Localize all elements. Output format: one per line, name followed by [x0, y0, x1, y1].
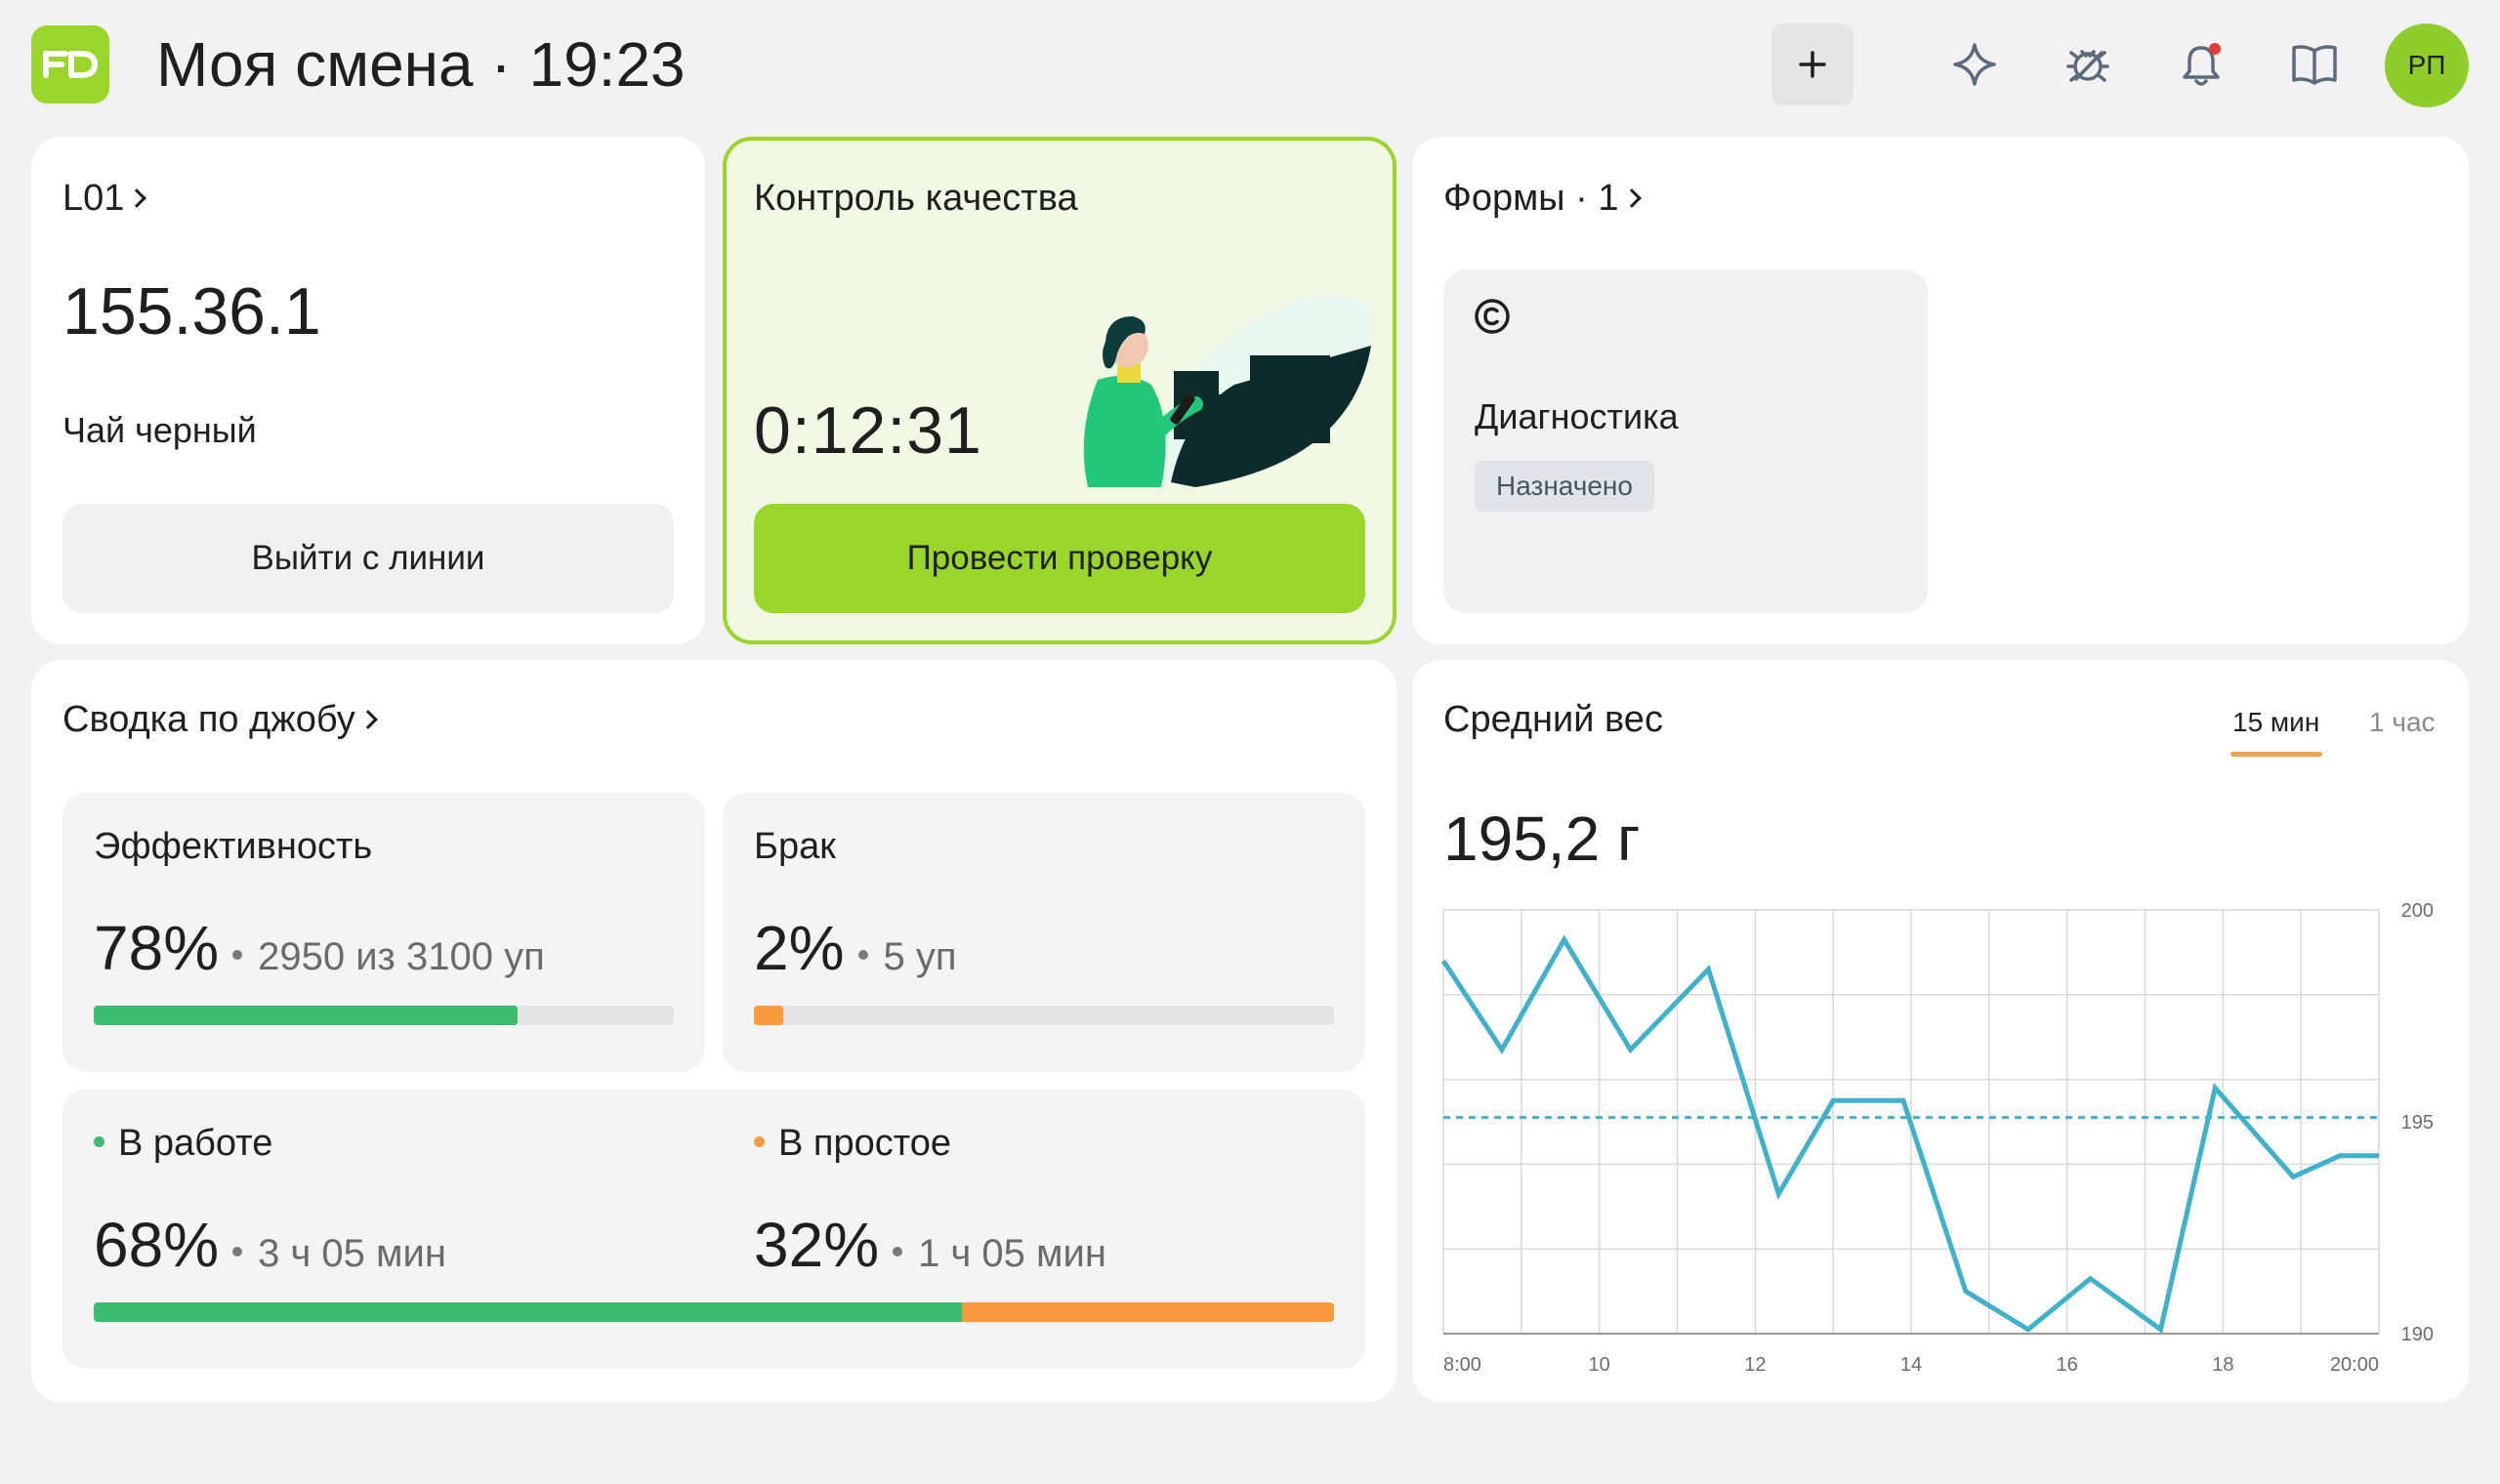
working-bar-fill [94, 1302, 962, 1322]
efficiency-value: 78% [94, 913, 220, 983]
docs-button[interactable] [2273, 23, 2355, 105]
add-button[interactable] [1771, 23, 1854, 105]
defect-detail: 5 уп [883, 935, 957, 978]
form-tile-diagnostics[interactable]: Диагностика Назначено [1443, 269, 1928, 613]
defect-progress-bar [754, 1006, 1334, 1025]
notification-dot [2209, 43, 2221, 55]
bell-icon [2183, 43, 2221, 86]
app-logo[interactable] [31, 25, 109, 103]
job-summary-title-link[interactable]: Сводка по джобу [62, 699, 378, 741]
x-tick-label: 18 [2212, 1354, 2233, 1376]
status-badge: Назначено [1475, 461, 1654, 512]
top-bar: Моя смена · 19:23 РП [0, 0, 2500, 132]
job-summary-title: Сводка по джобу [62, 699, 355, 740]
sparkle-icon [1953, 43, 1996, 86]
chevron-right-icon [127, 188, 147, 208]
working-value-row: 68% 3 ч 05 мин [94, 1209, 446, 1281]
x-tick-label: 14 [1900, 1354, 1922, 1376]
x-tick-label: 8:00 [1443, 1354, 1481, 1376]
product-name: Чай черный [62, 410, 257, 450]
work-idle-split-bar [94, 1302, 1334, 1322]
chevron-right-icon [1621, 188, 1642, 208]
y-tick-label: 195 [2401, 1112, 2434, 1134]
exit-line-button[interactable]: Выйти с линии [62, 504, 674, 613]
logo-icon [43, 51, 98, 78]
working-dot [94, 1136, 104, 1147]
defect-tile: Брак 2% 5 уп [723, 793, 1365, 1072]
line-card: L01 155.36.1 Чай черный Выйти с линии [31, 137, 705, 644]
chevron-right-icon [357, 710, 378, 729]
debug-button[interactable] [2047, 23, 2129, 105]
separator-dot [857, 950, 868, 960]
page-title: Моя смена · 19:23 [156, 29, 686, 100]
working-detail: 3 ч 05 мин [258, 1232, 446, 1275]
form-name: Диагностика [1475, 396, 1679, 436]
forms-card: Формы · 1 Диагностика Назначено [1412, 137, 2469, 644]
defect-value: 2% [754, 913, 845, 983]
efficiency-tile: Эффективность 78% 2950 из 3100 уп [62, 793, 705, 1072]
qc-title: Контроль качества [754, 178, 1078, 219]
efficiency-label: Эффективность [94, 826, 373, 867]
y-tick-label: 190 [2401, 1324, 2434, 1345]
line-title: L01 [62, 178, 125, 219]
separator-dot [232, 1247, 243, 1257]
forms-title-link[interactable]: Формы · 1 [1443, 178, 1642, 220]
chart-x-ticks: 8:00 10 12 14 16 18 20:00 [1443, 1354, 2379, 1376]
run-check-button[interactable]: Провести проверку [754, 504, 1365, 613]
forms-title: Формы · 1 [1443, 178, 1619, 219]
y-tick-label: 200 [2401, 900, 2434, 922]
book-icon [2292, 45, 2337, 85]
average-weight-card: Средний вес 15 мин 1 час 195,2 г 8:00 10 1… [1412, 660, 2469, 1402]
bug-icon [2066, 50, 2109, 82]
idle-dot [754, 1136, 765, 1147]
work-idle-tile: В работе 68% 3 ч 05 мин В простое 32% 1 ч … [62, 1090, 1365, 1369]
idle-label: В простое [778, 1123, 951, 1164]
line-code: 155.36.1 [62, 274, 321, 349]
idle-label-row: В простое [754, 1123, 951, 1165]
separator-dot [232, 950, 243, 960]
defect-label: Брак [754, 826, 836, 867]
idle-value: 32% [754, 1210, 880, 1280]
efficiency-value-row: 78% 2950 из 3100 уп [94, 912, 545, 984]
idle-value-row: 32% 1 ч 05 мин [754, 1209, 1106, 1281]
line-title-link[interactable]: L01 [62, 178, 147, 220]
x-tick-label: 12 [1744, 1354, 1766, 1376]
inspector-illustration [1083, 295, 1371, 487]
working-label-row: В работе [94, 1123, 272, 1165]
efficiency-progress-bar [94, 1006, 674, 1025]
idle-detail: 1 ч 05 мин [918, 1232, 1106, 1275]
plus-icon [1799, 51, 1826, 78]
chart-y-ticks: 200 195 190 [2401, 900, 2434, 1345]
x-tick-label: 16 [2057, 1354, 2078, 1376]
weight-chart: 8:00 10 12 14 16 18 20:00 200 195 190 [1440, 900, 2434, 1376]
ai-assistant-button[interactable] [1934, 23, 2016, 105]
efficiency-progress-fill [94, 1006, 518, 1025]
working-value: 68% [94, 1210, 220, 1280]
idle-bar-fill [962, 1302, 1334, 1322]
x-tick-label: 10 [1589, 1354, 1610, 1376]
qc-timer: 0:12:31 [754, 393, 982, 468]
job-summary-card: Сводка по джобу Эффективность 78% 2950 из… [31, 660, 1396, 1402]
defect-progress-fill [754, 1006, 783, 1025]
user-avatar[interactable]: РП [2385, 23, 2469, 107]
defect-value-row: 2% 5 уп [754, 912, 957, 984]
notifications-button[interactable] [2160, 23, 2242, 105]
x-tick-label: 20:00 [2330, 1354, 2379, 1376]
copyright-icon [1475, 299, 1510, 334]
quality-control-card: Контроль качества 0:12:31 Провести прове… [723, 137, 1396, 644]
efficiency-detail: 2950 из 3100 уп [258, 935, 545, 978]
separator-dot [893, 1247, 903, 1257]
working-label: В работе [118, 1123, 273, 1164]
